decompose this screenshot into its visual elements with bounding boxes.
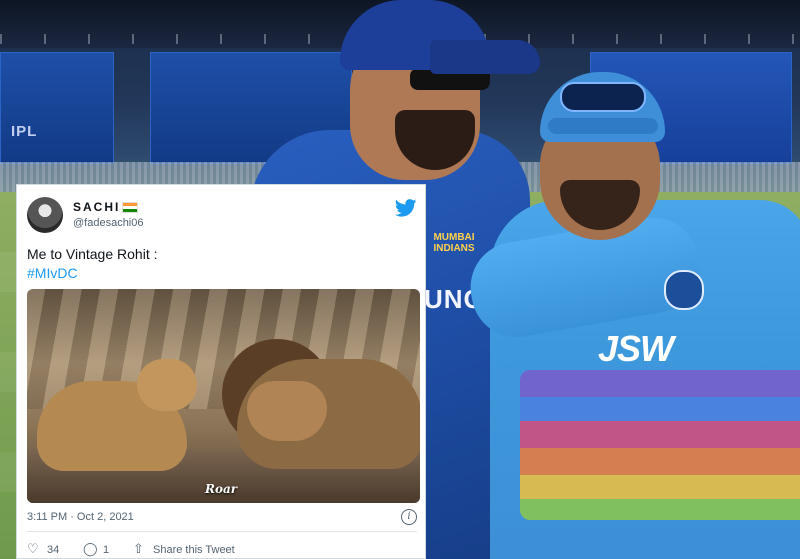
lion-face bbox=[247, 381, 327, 441]
tweet-display-name[interactable]: SACHI bbox=[73, 200, 139, 214]
tweet-text: Me to Vintage Rohit : #MIvDC bbox=[27, 245, 157, 283]
display-name-text: SACHI bbox=[73, 200, 121, 214]
like-button[interactable]: ♡ 34 bbox=[27, 541, 59, 557]
player-right-sunglasses bbox=[560, 82, 646, 112]
tweet-media-image[interactable]: Roar bbox=[27, 289, 420, 503]
india-flag-icon bbox=[122, 202, 139, 214]
likes-count: 34 bbox=[47, 544, 60, 556]
player-right-cap-brim bbox=[548, 118, 658, 134]
tweet-divider bbox=[27, 531, 417, 532]
reply-button[interactable]: ◯ 1 bbox=[83, 541, 109, 557]
reply-icon: ◯ bbox=[83, 541, 98, 556]
tweet-header: SACHI @fadesachi06 bbox=[27, 197, 417, 237]
twitter-bird-icon[interactable] bbox=[394, 199, 417, 217]
player-right-team-badge bbox=[664, 270, 704, 310]
hoarding-logo-text: IPL bbox=[11, 123, 38, 140]
player-left-team-badge: MUMBAI INDIANS bbox=[433, 232, 475, 254]
replies-count: 1 bbox=[103, 544, 110, 556]
tweet-hashtag-link[interactable]: #MIvDC bbox=[27, 264, 157, 283]
tweet-handle[interactable]: @fadesachi06 bbox=[73, 217, 144, 229]
ad-hoarding-left: IPL bbox=[0, 52, 114, 164]
tweet-card[interactable]: SACHI @fadesachi06 Me to Vintage Rohit :… bbox=[16, 184, 426, 559]
tweet-text-line: Me to Vintage Rohit : bbox=[27, 246, 158, 262]
share-button[interactable]: ⇧ Share this Tweet bbox=[133, 541, 235, 557]
media-caption: Roar bbox=[205, 482, 238, 496]
tweet-timestamp[interactable]: 3:11 PM · Oct 2, 2021 bbox=[27, 511, 134, 523]
player-right-jersey-text: JSW bbox=[598, 328, 674, 369]
player-left-cap-brim bbox=[430, 40, 540, 74]
share-label: Share this Tweet bbox=[153, 544, 235, 556]
player-right-rainbow-pattern bbox=[520, 370, 800, 520]
info-icon[interactable]: i bbox=[401, 509, 417, 525]
avatar[interactable] bbox=[27, 197, 63, 233]
lion-cub-head bbox=[137, 359, 197, 411]
twitter-bird-svg bbox=[394, 199, 417, 217]
heart-icon: ♡ bbox=[27, 541, 39, 556]
share-icon: ⇧ bbox=[133, 541, 144, 556]
photo-background: IPL MUMBAI INDIANS UNG JSW SACHI @fadesa… bbox=[0, 0, 800, 559]
